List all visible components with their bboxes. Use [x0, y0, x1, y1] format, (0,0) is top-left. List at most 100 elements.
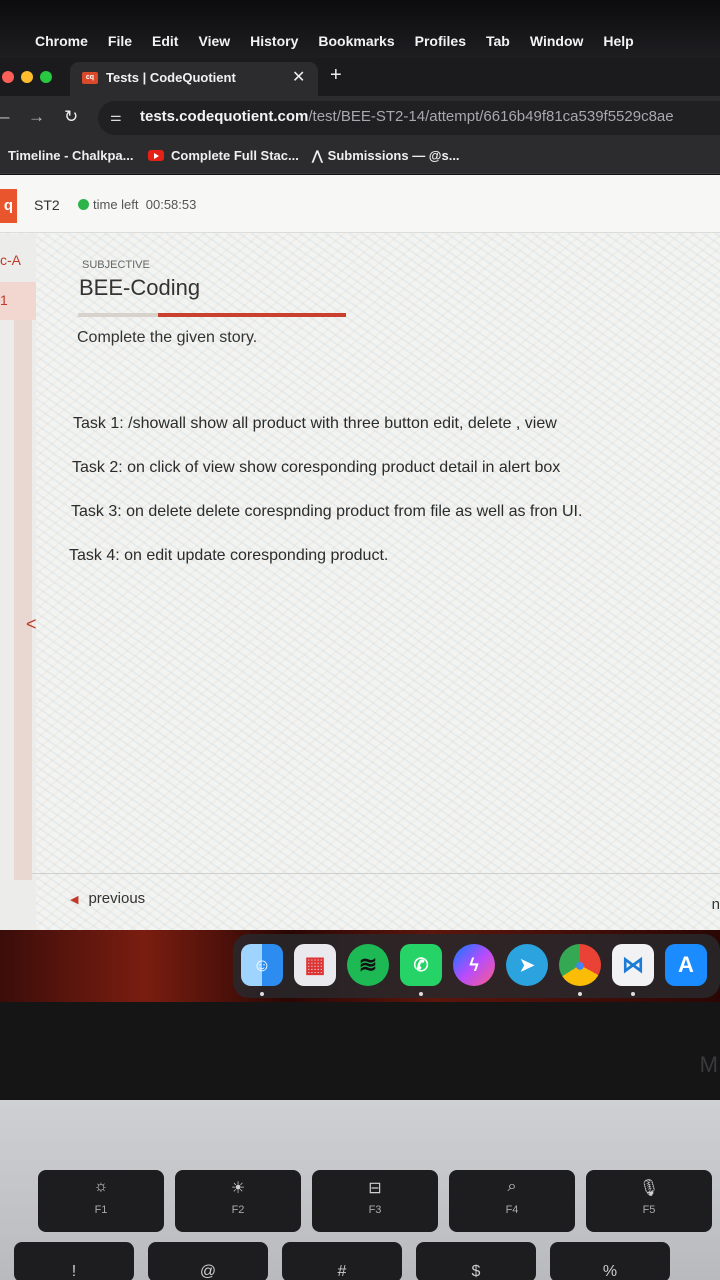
menu-file[interactable]: File [108, 33, 132, 49]
key-f4: ⌕ F4 [449, 1170, 575, 1232]
youtube-icon [148, 150, 164, 161]
key-f3: ⊟ F3 [312, 1170, 438, 1232]
bookmark-timeline[interactable]: Timeline - Chalkpa... [8, 148, 133, 163]
new-tab-icon[interactable]: + [330, 64, 342, 87]
caret-left-icon: ◀ [70, 894, 79, 906]
task-item: Task 2: on click of view show corespondi… [72, 459, 561, 476]
close-window-button[interactable] [2, 71, 14, 83]
minimize-window-button[interactable] [21, 71, 33, 83]
key-label: F3 [368, 1204, 382, 1216]
omnibox[interactable]: ⚌ tests.codequotient.com/test/BEE-ST2-14… [98, 101, 720, 135]
brightness-up-icon: ☀ [230, 1180, 246, 1197]
leetcode-icon: ⋀ [312, 148, 323, 163]
title-underline-accent [158, 313, 346, 317]
key-2: @ [148, 1242, 268, 1280]
menu-tab[interactable]: Tab [486, 33, 510, 49]
key-f5: 🎙 F5 [586, 1170, 712, 1232]
menu-items: Chrome File Edit View History Bookmarks … [35, 33, 654, 49]
previous-button[interactable]: ◀ previous [70, 890, 145, 907]
running-indicator [631, 992, 635, 996]
key-f1: ☼ F1 [38, 1170, 164, 1232]
dock: ☺ ▦ ≋ ✆ ϟ ➤ ● ⋈ A [233, 934, 720, 998]
mission-control-icon: ⊟ [368, 1180, 382, 1197]
bookmark-submissions-label: Submissions — @s... [327, 148, 460, 163]
test-code: ST2 [34, 197, 60, 213]
url-path: /test/BEE-ST2-14/attempt/6616b49f81ca539… [308, 108, 674, 125]
address-bar-row: – → ↻ ⚌ tests.codequotient.com/test/BEE-… [0, 96, 720, 140]
bookmarks-bar: Timeline - Chalkpa... Complete Full Stac… [0, 140, 720, 174]
tab-strip: cq Tests | CodeQuotient ✕ + [0, 58, 720, 96]
finder-icon[interactable]: ☺ [241, 944, 283, 986]
menu-bookmarks[interactable]: Bookmarks [318, 33, 394, 49]
dictation-icon: 🎙 [638, 1180, 660, 1197]
key-label: F5 [642, 1204, 656, 1216]
key-f2: ☀ F2 [175, 1170, 301, 1232]
spotify-icon[interactable]: ≋ [347, 944, 389, 986]
question-type-tag: SUBJECTIVE [82, 259, 150, 271]
back-icon[interactable]: – [0, 107, 9, 127]
whatsapp-icon[interactable]: ✆ [400, 944, 442, 986]
key-label: F4 [505, 1204, 519, 1216]
task-item: Task 1: /showall show all product with t… [73, 415, 557, 432]
status-dot-icon [78, 199, 89, 210]
task-item: Task 4: on edit update coresponding prod… [69, 547, 389, 564]
key-5: % [550, 1242, 670, 1280]
time-left-value: 00:58:53 [145, 197, 197, 212]
tab-title: Tests | CodeQuotient [106, 70, 236, 85]
question-number[interactable]: 1 [0, 292, 8, 308]
task-item: Task 3: on delete delete corespnding pro… [71, 503, 583, 520]
messenger-icon[interactable]: ϟ [453, 944, 495, 986]
menu-window[interactable]: Window [530, 33, 584, 49]
sidebar-strip [14, 320, 32, 880]
key-4: $ [416, 1242, 536, 1280]
menu-help[interactable]: Help [603, 33, 633, 49]
bezel-text: M [699, 1052, 718, 1077]
url-host: tests.codequotient.com [140, 108, 309, 125]
question-description: Complete the given story. [77, 329, 258, 346]
macos-menu-bar: Chrome File Edit View History Bookmarks … [0, 0, 720, 58]
favicon-icon: cq [82, 72, 98, 84]
key-1: ! [14, 1242, 134, 1280]
bookmark-submissions[interactable]: ⋀ Submissions — @s... [312, 148, 460, 164]
key-label: F1 [94, 1204, 108, 1216]
menu-view[interactable]: View [198, 33, 230, 49]
running-indicator [419, 992, 423, 996]
section-label[interactable]: c-A [0, 252, 21, 268]
menu-history[interactable]: History [250, 33, 298, 49]
bookmark-fullstack-label: Complete Full Stac... [171, 148, 299, 163]
running-indicator [578, 992, 582, 996]
title-underline-grey [78, 313, 158, 317]
key-label: F2 [231, 1204, 245, 1216]
menu-profiles[interactable]: Profiles [415, 33, 466, 49]
menu-chrome[interactable]: Chrome [35, 33, 88, 49]
site-settings-icon[interactable]: ⚌ [110, 109, 122, 125]
test-page: q ST2 time left 00:58:53 c-A 1 < SUBJECT… [0, 175, 720, 930]
vscode-icon[interactable]: ⋈ [612, 944, 654, 986]
telegram-icon[interactable]: ➤ [506, 944, 548, 986]
search-icon: ⌕ [507, 1178, 517, 1195]
forward-icon[interactable]: → [28, 107, 45, 127]
zoom-window-button[interactable] [40, 71, 52, 83]
test-header: q ST2 time left 00:58:53 [0, 175, 720, 233]
bookmark-fullstack[interactable]: Complete Full Stac... [148, 148, 299, 163]
previous-label: previous [88, 890, 146, 907]
laptop-bezel: M [0, 1002, 720, 1100]
running-indicator [260, 992, 264, 996]
question-content: SUBJECTIVE BEE-Coding Complete the given… [52, 234, 720, 874]
question-title: BEE-Coding [79, 275, 201, 300]
collapse-sidebar-icon[interactable]: < [26, 614, 37, 635]
menu-edit[interactable]: Edit [152, 33, 178, 49]
time-left: time left 00:58:53 [93, 197, 196, 212]
desktop-wallpaper: ☺ ▦ ≋ ✆ ϟ ➤ ● ⋈ A [0, 930, 720, 1002]
codequotient-logo: q [0, 189, 17, 223]
question-sidebar: c-A 1 < [0, 234, 37, 930]
tab-close-icon[interactable]: ✕ [292, 67, 305, 87]
url-text[interactable]: tests.codequotient.com/test/BEE-ST2-14/a… [140, 108, 674, 125]
chrome-icon[interactable]: ● [559, 944, 601, 986]
next-button[interactable]: n [712, 896, 720, 913]
tab-codequotient[interactable]: cq Tests | CodeQuotient ✕ [70, 62, 318, 96]
app-store-icon[interactable]: A [665, 944, 707, 986]
reload-icon[interactable]: ↻ [64, 107, 78, 127]
launchpad-icon[interactable]: ▦ [294, 944, 336, 986]
key-3: # [282, 1242, 402, 1280]
